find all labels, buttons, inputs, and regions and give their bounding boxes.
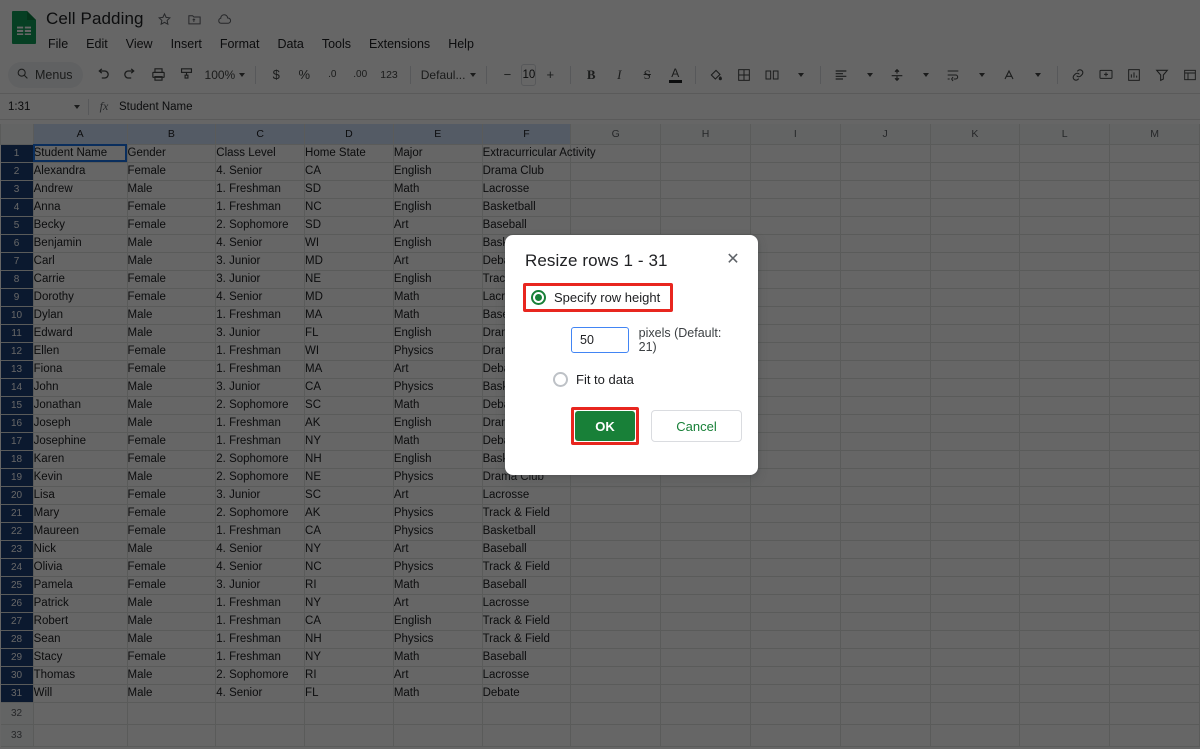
resize-rows-dialog: Resize rows 1 - 31 ✕ Specify row height … (505, 235, 758, 475)
ok-button[interactable]: OK (575, 411, 635, 441)
fit-to-data-option[interactable]: Fit to data (553, 372, 742, 387)
dialog-header: Resize rows 1 - 31 ✕ (521, 251, 742, 271)
dialog-title: Resize rows 1 - 31 (521, 251, 668, 271)
specify-row-height-annotation: Specify row height (523, 283, 673, 312)
ok-button-annotation: OK (571, 407, 639, 445)
cancel-button[interactable]: Cancel (651, 410, 742, 442)
row-height-hint: pixels (Default: 21) (639, 326, 742, 354)
row-height-input[interactable]: 50 (571, 327, 629, 353)
specify-row-height-label: Specify row height (554, 290, 660, 305)
specify-row-height-option[interactable]: Specify row height (531, 290, 660, 305)
row-height-input-row: 50 pixels (Default: 21) (571, 326, 742, 354)
dialog-actions: OK Cancel (571, 407, 742, 445)
fit-to-data-label: Fit to data (576, 372, 634, 387)
radio-fit-to-data[interactable] (553, 372, 568, 387)
google-sheets-window: Cell Padding (0, 0, 1200, 749)
radio-specify-row-height[interactable] (531, 290, 546, 305)
close-icon[interactable]: ✕ (724, 251, 742, 269)
